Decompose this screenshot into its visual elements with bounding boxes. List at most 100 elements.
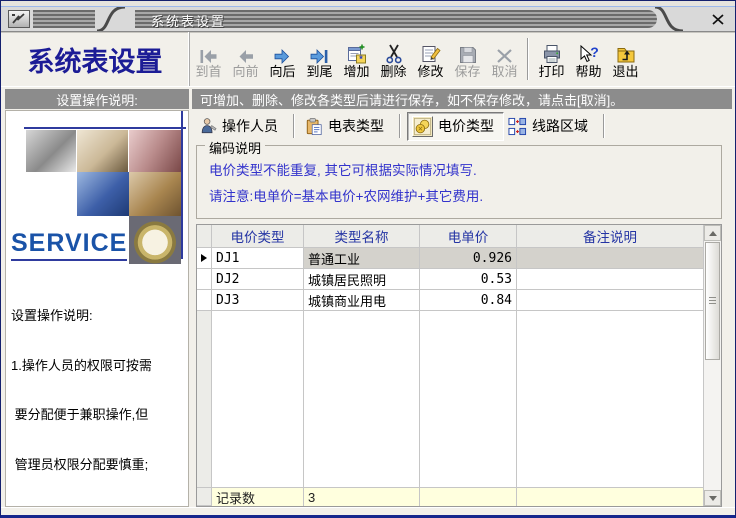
collage-keyboard-image [77, 172, 129, 216]
table-row[interactable]: DJ2 城镇居民照明 0.53 [197, 269, 703, 290]
collage-materials-image [129, 172, 181, 216]
first-record-icon [199, 42, 218, 64]
grid-empty-cell [517, 311, 703, 487]
last-record-button[interactable]: 到尾 [301, 32, 338, 86]
close-button[interactable] [709, 11, 727, 27]
collage-vline [181, 111, 183, 259]
toolbar-label: 增加 [343, 65, 369, 79]
grid-empty-gutter [197, 311, 212, 487]
column-header-type-name[interactable]: 类型名称 [304, 225, 420, 248]
coding-notes-groupbox: 编码说明 电价类型不能重复, 其它可根据实际情况填写. 请注意:电单价=基本电价… [196, 145, 722, 219]
meter-clipboard-icon [305, 117, 323, 136]
sidebar-panel: SERVICE 设置操作说明: 1.操作人员的权限可按需 要分配便于兼职操作,但… [5, 110, 189, 507]
scrollbar-track[interactable] [704, 360, 721, 490]
modify-record-button[interactable]: 修改 [412, 32, 449, 86]
sidebar-header: 设置操作说明: [5, 89, 189, 109]
tab-label: 电价类型 [438, 116, 494, 136]
tab-label: 线路区域 [532, 116, 588, 136]
cancel-button[interactable]: 取消 [486, 32, 523, 86]
cell-note[interactable] [517, 269, 703, 290]
instruction-line: 要分配便于兼职操作,但 [11, 407, 186, 424]
save-button[interactable]: 保存 [449, 32, 486, 86]
toolbar-label: 到首 [195, 65, 221, 79]
page-title: 系统表设置 [1, 32, 190, 86]
prev-record-button[interactable]: 向前 [227, 32, 264, 86]
table-row[interactable]: DJ3 城镇商业用电 0.84 [197, 290, 703, 311]
record-count-label: 记录数 [212, 487, 304, 506]
column-header-note[interactable]: 备注说明 [517, 225, 703, 248]
toolbar-separator [527, 38, 529, 80]
tab-label: 电表类型 [328, 116, 384, 136]
record-count-value: 3 [304, 487, 420, 506]
help-button[interactable]: ? 帮助 [570, 32, 607, 86]
delete-record-button[interactable]: 删除 [375, 32, 412, 86]
print-button[interactable]: 打印 [533, 32, 570, 86]
vertical-scrollbar[interactable] [703, 225, 721, 506]
tabs-row: 操作人员 电表类型 [192, 110, 732, 142]
window-bottom-edge [1, 507, 735, 518]
instruction-line: 1.操作人员的权限可按需 [11, 358, 186, 375]
close-icon [712, 14, 724, 25]
cell-note[interactable] [517, 248, 703, 269]
collage-tools-image [26, 130, 76, 172]
operator-person-icon [199, 117, 217, 135]
next-record-button[interactable]: 向后 [264, 32, 301, 86]
cell-name[interactable]: 城镇商业用电 [304, 290, 420, 311]
collage-watch-image [129, 216, 181, 264]
tab-meter-types[interactable]: 电表类型 [301, 113, 393, 139]
next-record-icon [273, 42, 292, 64]
toolbar: 系统表设置 到首 向前 向后 到尾 [1, 32, 735, 87]
service-text: SERVICE [11, 229, 127, 261]
exit-button[interactable]: 退出 [607, 32, 644, 86]
scrollbar-thumb[interactable] [705, 242, 720, 360]
toolbar-label: 退出 [612, 65, 638, 79]
titlebar-swoosh-left [95, 7, 137, 31]
add-record-button[interactable]: * 增加 [338, 32, 375, 86]
collage-pen-image [77, 130, 128, 172]
cell-price[interactable]: 0.926 [420, 248, 517, 269]
tab-separator [603, 114, 605, 138]
toolbar-label: 删除 [380, 65, 406, 79]
price-coins-icon [412, 116, 433, 137]
toolbar-label: 向前 [232, 65, 258, 79]
cell-code[interactable]: DJ2 [212, 269, 304, 290]
svg-text:*: * [359, 54, 363, 64]
first-record-button[interactable]: 到首 [190, 32, 227, 86]
toolbar-label: 保存 [454, 65, 480, 79]
app-logo-icon [8, 10, 30, 28]
footer-empty-cell [420, 487, 517, 506]
instruction-line: 2.电表类型按主要参数分 [11, 506, 186, 507]
area-boxes-icon [508, 117, 527, 136]
add-record-icon: * [347, 42, 367, 64]
header-bars: 设置操作说明: 可增加、删除、修改各类型后请进行保存，如不保存修改，请点击[取消… [1, 89, 735, 109]
tab-line-areas[interactable]: 线路区域 [504, 113, 597, 139]
scroll-down-button[interactable] [704, 490, 721, 506]
cell-note[interactable] [517, 290, 703, 311]
column-header-price-type[interactable]: 电价类型 [212, 225, 304, 248]
grid-footer-row: 记录数 3 [197, 487, 703, 506]
table-row[interactable]: DJ1 普通工业 0.926 [197, 248, 703, 269]
current-record-gutter [197, 248, 212, 269]
grid-empty-cell [212, 311, 304, 487]
instruction-line: 设置操作说明: [11, 308, 186, 325]
grid-empty-area [197, 311, 703, 487]
scroll-down-icon [709, 496, 717, 501]
grid-empty-cell [420, 311, 517, 487]
record-gutter [197, 290, 212, 311]
tab-price-types[interactable]: 电价类型 [407, 112, 504, 141]
column-header-unit-price[interactable]: 电单价 [420, 225, 517, 248]
cell-price[interactable]: 0.53 [420, 269, 517, 290]
tab-label: 操作人员 [222, 116, 278, 136]
cell-name[interactable]: 城镇居民照明 [304, 269, 420, 290]
tab-separator [399, 114, 401, 138]
cell-code[interactable]: DJ3 [212, 290, 304, 311]
cell-price[interactable]: 0.84 [420, 290, 517, 311]
tab-operators[interactable]: 操作人员 [195, 113, 287, 139]
price-types-grid: 电价类型 类型名称 电单价 备注说明 DJ1 普通工业 0.926 [196, 224, 722, 507]
collage-hline [24, 127, 186, 129]
toolbar-label: 向后 [269, 65, 295, 79]
cell-name[interactable]: 普通工业 [304, 248, 420, 269]
scroll-up-button[interactable] [704, 225, 721, 241]
cell-code[interactable]: DJ1 [212, 248, 304, 269]
grid-table: 电价类型 类型名称 电单价 备注说明 DJ1 普通工业 0.926 [197, 225, 703, 506]
